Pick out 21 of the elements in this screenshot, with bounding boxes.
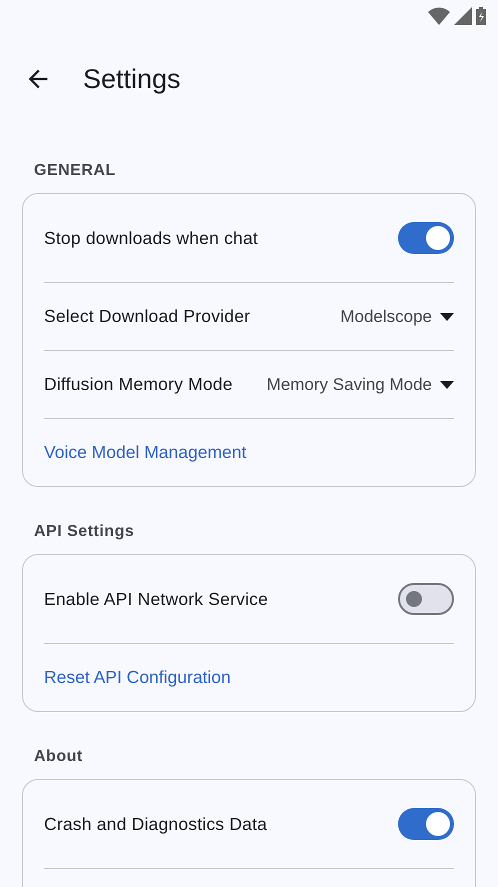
- dropdown[interactable]: Modelscope: [340, 306, 454, 326]
- section-title: About: [33, 748, 84, 766]
- toggle-switch[interactable]: [398, 583, 454, 615]
- section-title: GENERAL: [33, 162, 117, 180]
- battery-icon: [476, 7, 486, 25]
- toggle-switch[interactable]: [398, 808, 454, 840]
- setting-label: Stop downloads when chat: [44, 228, 258, 248]
- dropdown[interactable]: Memory Saving Mode: [266, 374, 454, 394]
- caret-icon: [440, 380, 454, 388]
- setting-label: Select Download Provider: [44, 306, 250, 327]
- link[interactable]: Voice Model Management: [44, 442, 246, 463]
- setting-label: Diffusion Memory Mode: [44, 374, 233, 395]
- toggle-switch[interactable]: [398, 222, 454, 254]
- setting-label: Enable API Network Service: [44, 588, 268, 610]
- caret-icon: [440, 312, 454, 320]
- page-title: Settings: [83, 64, 181, 94]
- wifi-icon: [428, 7, 450, 25]
- link[interactable]: Reset API Configuration: [44, 667, 231, 688]
- signal-icon: [454, 7, 472, 25]
- section-title: API Settings: [33, 523, 136, 541]
- setting-label: Crash and Diagnostics Data: [44, 814, 268, 834]
